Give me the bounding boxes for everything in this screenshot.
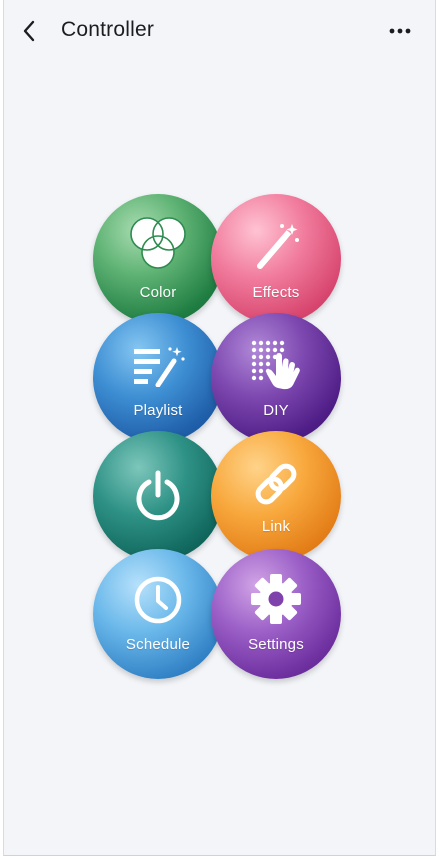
gear-icon [250, 573, 302, 625]
schedule-button-label: Schedule [125, 636, 191, 653]
diy-button-label: DIY [263, 402, 289, 419]
link-icon [253, 461, 299, 507]
settings-button-label: Settings [248, 636, 304, 653]
settings-button[interactable]: Settings [211, 549, 341, 679]
clock-icon [133, 575, 183, 625]
effects-button-label: Effects [252, 284, 300, 301]
color-circles-icon [127, 216, 189, 272]
link-button[interactable]: Link [211, 431, 341, 561]
diy-hand-grid-icon [248, 337, 304, 391]
playlist-button-label: Playlist [133, 402, 183, 419]
color-button-label: Color [139, 284, 177, 301]
power-button[interactable] [93, 431, 223, 561]
schedule-button[interactable]: Schedule [93, 549, 223, 679]
effects-button[interactable]: Effects [211, 194, 341, 324]
color-button[interactable]: Color [93, 194, 223, 324]
playlist-button[interactable]: Playlist [93, 313, 223, 443]
link-button-label: Link [261, 518, 291, 535]
playlist-wand-icon [130, 343, 186, 387]
diy-button[interactable]: DIY [211, 313, 341, 443]
power-icon [133, 468, 183, 522]
magic-wand-icon [252, 222, 300, 272]
controller-screen: Controller Color Effects Playlist DIY Li… [3, 0, 436, 856]
controller-button-grid: Color Effects Playlist DIY Link Schedule… [4, 0, 435, 855]
